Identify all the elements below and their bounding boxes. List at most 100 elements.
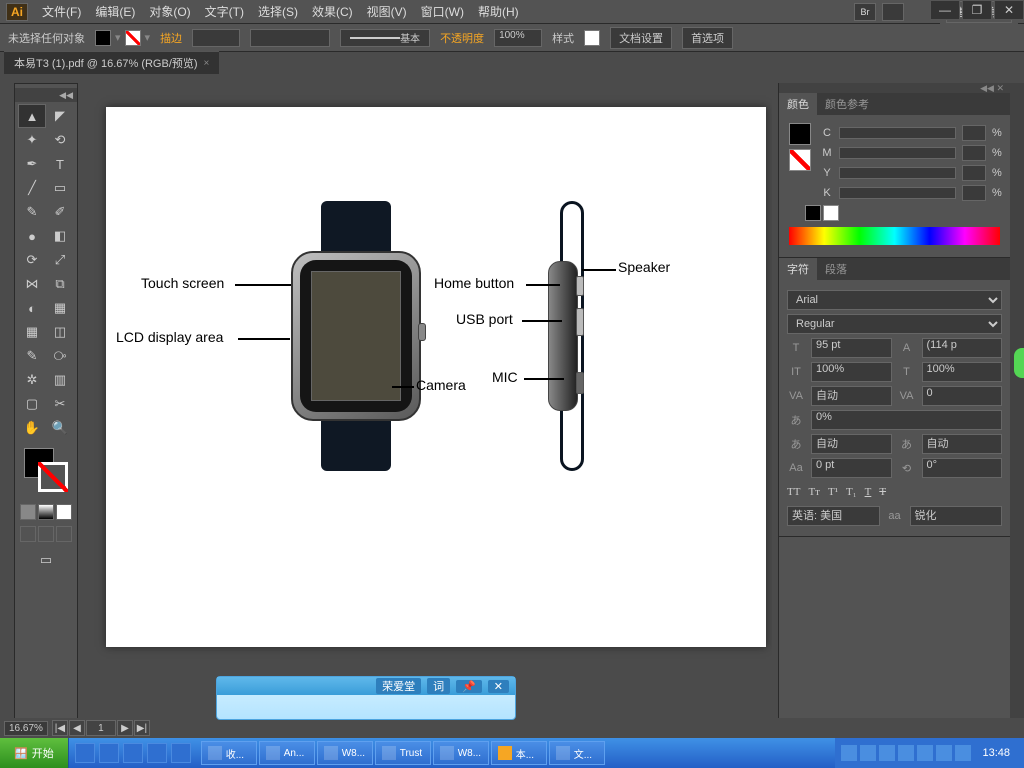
ql-app1-icon[interactable] [99, 743, 119, 763]
ime-close-button[interactable]: ✕ [488, 680, 509, 693]
menu-text[interactable]: 文字(T) [205, 3, 244, 20]
type-tool[interactable]: T [46, 152, 74, 176]
restore-button[interactable]: ❐ [962, 0, 992, 20]
kerning[interactable]: 自动 [811, 386, 892, 406]
black-swatch[interactable] [805, 205, 821, 221]
graph-tool[interactable]: ▥ [46, 368, 74, 392]
language[interactable]: 英语: 美国 [787, 506, 880, 526]
ql-app2-icon[interactable] [123, 743, 143, 763]
leading[interactable]: (114 p [922, 338, 1003, 358]
next-artboard-button[interactable]: ▶ [117, 720, 133, 736]
color-mode-solid[interactable] [20, 504, 36, 520]
ime-brand[interactable]: 荣爱堂 [376, 678, 421, 694]
tray-icon[interactable] [841, 745, 857, 761]
tray-icon[interactable] [955, 745, 971, 761]
canvas[interactable]: Touch screen LCD display area Camera Hom… [84, 83, 772, 738]
mesh-tool[interactable]: ▦ [18, 320, 46, 344]
tools-collapse-icon[interactable]: ◀◀ [15, 88, 77, 102]
eraser-tool[interactable]: ◧ [46, 224, 74, 248]
subscript-button[interactable]: T₁ [846, 486, 857, 498]
menu-effect[interactable]: 效果(C) [312, 3, 353, 20]
ql-app4-icon[interactable] [171, 743, 191, 763]
rectangle-tool[interactable]: ▭ [46, 176, 74, 200]
minimize-button[interactable]: — [930, 0, 960, 20]
bridge-icon[interactable]: Br [854, 3, 876, 21]
vertical-scale[interactable]: 100% [811, 362, 892, 382]
color-mode-none[interactable] [56, 504, 72, 520]
free-transform-tool[interactable]: ⧉ [46, 272, 74, 296]
magenta-value[interactable] [962, 145, 986, 161]
artboard-number[interactable]: 1 [86, 720, 116, 736]
font-weight[interactable]: Regular [787, 314, 1002, 334]
document-tab[interactable]: 本易T3 (1).pdf @ 16.67% (RGB/预览) × [4, 51, 219, 74]
menu-window[interactable]: 窗口(W) [421, 3, 464, 20]
tracking[interactable]: 0 [922, 386, 1003, 406]
hand-tool[interactable]: ✋ [18, 416, 46, 440]
direct-selection-tool[interactable]: ◤ [46, 104, 74, 128]
panel-stroke-swatch[interactable] [789, 149, 811, 171]
gradient-tool[interactable]: ◫ [46, 320, 74, 344]
cyan-slider[interactable] [839, 127, 956, 139]
blend-tool[interactable]: ⧂ [46, 344, 74, 368]
ime-pin-button[interactable]: 📌 [456, 680, 482, 693]
yellow-slider[interactable] [839, 167, 956, 179]
screen-mode-full[interactable] [38, 526, 54, 542]
font-family[interactable]: Arial [787, 290, 1002, 310]
slice-tool[interactable]: ✂ [46, 392, 74, 416]
prev-artboard-button[interactable]: ◀ [69, 720, 85, 736]
blob-brush-tool[interactable]: ● [18, 224, 46, 248]
opacity-value[interactable]: 100% [494, 29, 542, 47]
start-button[interactable]: 🪟开始 [0, 738, 69, 768]
magic-wand-tool[interactable]: ✦ [18, 128, 46, 152]
tray-icon[interactable] [879, 745, 895, 761]
brush-picker[interactable] [250, 29, 330, 47]
menu-help[interactable]: 帮助(H) [478, 3, 519, 20]
menu-edit[interactable]: 编辑(E) [95, 3, 135, 20]
tab-color-guide[interactable]: 颜色参考 [817, 93, 877, 115]
task-button[interactable]: An... [259, 741, 315, 765]
ql-app3-icon[interactable] [147, 743, 167, 763]
screen-mode-presentation[interactable] [56, 526, 72, 542]
last-artboard-button[interactable]: ▶| [134, 720, 150, 736]
perspective-tool[interactable]: ▦ [46, 296, 74, 320]
right-dock-strip[interactable] [1010, 83, 1024, 738]
lasso-tool[interactable]: ⟲ [46, 128, 74, 152]
width-tool[interactable]: ⋈ [18, 272, 46, 296]
panel-fill-swatch[interactable] [789, 123, 811, 145]
symbol-sprayer-tool[interactable]: ✲ [18, 368, 46, 392]
tray-icon[interactable] [936, 745, 952, 761]
eyedropper-tool[interactable]: ✎ [18, 344, 46, 368]
tray-icon[interactable] [860, 745, 876, 761]
document-setup-button[interactable]: 文档设置 [610, 27, 672, 49]
pen-tool[interactable]: ✒ [18, 152, 46, 176]
menu-view[interactable]: 视图(V) [367, 3, 407, 20]
task-button[interactable]: W8... [433, 741, 489, 765]
tsume[interactable]: 0% [811, 410, 1002, 430]
tab-paragraph[interactable]: 段落 [817, 258, 855, 280]
side-widget[interactable] [1014, 348, 1024, 378]
zoom-tool[interactable]: 🔍 [46, 416, 74, 440]
magenta-slider[interactable] [839, 147, 956, 159]
fill-stroke-control[interactable] [22, 446, 70, 494]
horizontal-scale[interactable]: 100% [922, 362, 1003, 382]
shape-builder-tool[interactable]: ◐ [18, 296, 46, 320]
font-size[interactable]: 95 pt [811, 338, 892, 358]
color-spectrum[interactable] [789, 227, 1000, 245]
selection-tool[interactable]: ▲ [18, 104, 46, 128]
allcaps-button[interactable]: TT [787, 486, 800, 498]
color-mode-gradient[interactable] [38, 504, 54, 520]
preferences-button[interactable]: 首选项 [682, 27, 733, 49]
cyan-value[interactable] [962, 125, 986, 141]
artboard-tool[interactable]: ▢ [18, 392, 46, 416]
task-button[interactable]: Trust [375, 741, 431, 765]
change-screen-mode[interactable]: ▭ [32, 548, 60, 572]
ime-bar[interactable]: 荣爱堂 词 📌 ✕ [216, 676, 516, 720]
tray-icon[interactable] [898, 745, 914, 761]
baseline-shift[interactable]: 0 pt [811, 458, 892, 478]
screen-mode-normal[interactable] [20, 526, 36, 542]
rotate-tool[interactable]: ⟳ [18, 248, 46, 272]
tab-character[interactable]: 字符 [779, 258, 817, 280]
black-slider[interactable] [839, 187, 956, 199]
underline-button[interactable]: T [865, 486, 872, 498]
taskbar-clock[interactable]: 13:48 [974, 747, 1018, 759]
